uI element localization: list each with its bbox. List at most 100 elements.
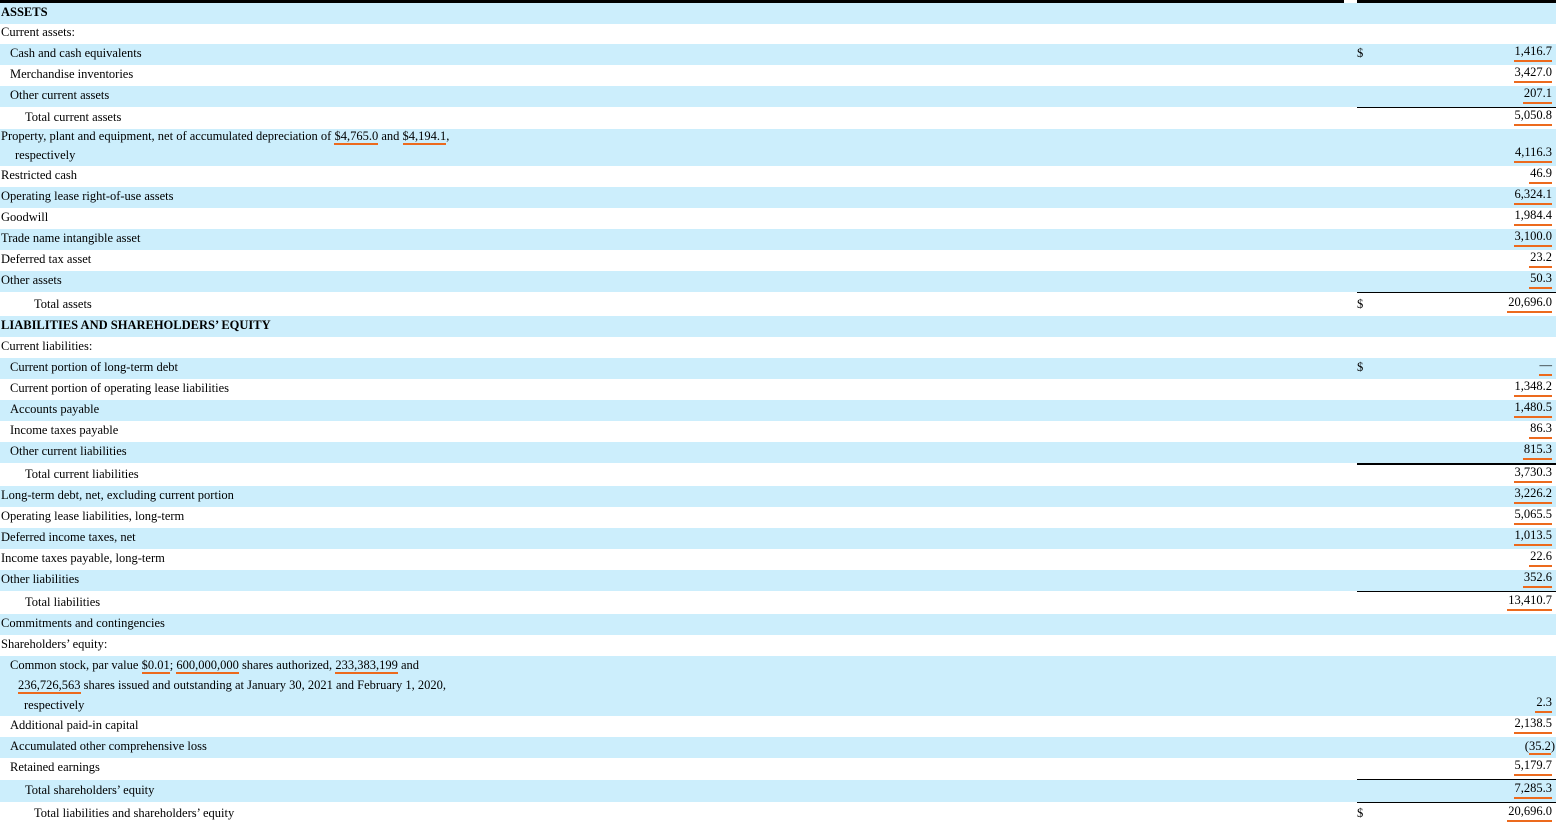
- row-total-current-liabilities: Total current liabilities 3,730.3: [0, 465, 1556, 486]
- row-amount: 2.3: [1535, 694, 1552, 713]
- row-label: Current portion of operating lease liabi…: [10, 381, 230, 395]
- row-amount: 22.6: [1529, 548, 1552, 567]
- dollar-sign: $: [1357, 806, 1364, 820]
- row-commitments-contingencies: Commitments and contingencies: [0, 614, 1556, 635]
- subheader-current-assets: Current assets:: [0, 24, 1556, 44]
- row-other-assets: Other assets 50.3: [0, 271, 1556, 292]
- row-total-liabilities: Total liabilities 13,410.7: [0, 592, 1556, 614]
- row-amount: 50.3: [1529, 270, 1552, 289]
- row-accumulated-oci-loss: Accumulated other comprehensive loss (35…: [0, 737, 1556, 758]
- row-amount-value: 35.2: [1528, 739, 1551, 755]
- row-amount: 3,226.2: [1513, 485, 1552, 504]
- row-amount: 1,348.2: [1513, 378, 1552, 397]
- row-label: Restricted cash: [1, 168, 78, 182]
- row-amount: 352.6: [1522, 569, 1552, 588]
- row-label-text: shares authorized,: [238, 658, 336, 672]
- row-deferred-income-taxes: Deferred income taxes, net 1,013.5: [0, 528, 1556, 549]
- row-retained-earnings: Retained earnings 5,179.7: [0, 758, 1556, 779]
- row-label-text: shares issued and outstanding at January…: [80, 678, 447, 692]
- row-label: Trade name intangible asset: [1, 231, 141, 245]
- dollar-sign: $: [1357, 46, 1364, 60]
- row-label: Other liabilities: [1, 572, 80, 586]
- row-label: Accumulated other comprehensive loss: [10, 739, 207, 753]
- row-amount: 1,480.5: [1513, 399, 1552, 418]
- row-goodwill: Goodwill 1,984.4: [0, 208, 1556, 229]
- row-operating-lease-rou-assets: Operating lease right-of-use assets 6,32…: [0, 187, 1556, 208]
- row-label: Current assets:: [1, 25, 75, 39]
- subheader-shareholders-equity: Shareholders’ equity:: [0, 635, 1556, 656]
- row-merchandise-inventories: Merchandise inventories 3,427.0: [0, 65, 1556, 86]
- row-label: Property, plant and equipment, net of ac…: [1, 127, 449, 165]
- row-label-text: ,: [446, 129, 450, 143]
- row-amount: 4,116.3: [1513, 144, 1552, 163]
- row-accounts-payable: Accounts payable 1,480.5: [0, 400, 1556, 421]
- row-label: Merchandise inventories: [10, 67, 134, 81]
- row-amount: 5,065.5: [1513, 506, 1552, 525]
- row-amount: —: [1538, 357, 1552, 376]
- row-amount: 3,427.0: [1513, 64, 1552, 83]
- row-label: Retained earnings: [10, 760, 100, 774]
- section-header-assets: ASSETS: [0, 3, 1556, 24]
- row-label: Deferred income taxes, net: [1, 530, 136, 544]
- row-amount: 815.3: [1522, 441, 1552, 460]
- row-label: Other current assets: [10, 88, 110, 102]
- row-amount: 2,138.5: [1513, 715, 1552, 734]
- row-label: Deferred tax asset: [1, 252, 92, 266]
- row-amount: 7,285.3: [1513, 780, 1552, 799]
- row-label: Total current assets: [25, 110, 122, 124]
- row-current-portion-operating-lease: Current portion of operating lease liabi…: [0, 379, 1556, 400]
- row-label: Total liabilities and shareholders’ equi…: [34, 806, 235, 820]
- row-restricted-cash: Restricted cash 46.9: [0, 166, 1556, 187]
- subheader-current-liabilities: Current liabilities:: [0, 337, 1556, 358]
- row-current-portion-ltd: Current portion of long-term debt $ —: [0, 358, 1556, 379]
- row-amount: 6,324.1: [1513, 186, 1552, 205]
- row-label: Common stock, par value $0.01; 600,000,0…: [10, 655, 446, 715]
- shares-issued-current: 233,383,199: [335, 658, 398, 674]
- row-label: Total current liabilities: [25, 467, 139, 481]
- row-income-taxes-payable: Income taxes payable 86.3: [0, 421, 1556, 442]
- row-amount: 3,100.0: [1513, 228, 1552, 247]
- depreciation-value-prior: $4,194.1: [402, 129, 447, 145]
- row-label: Other assets: [1, 273, 62, 287]
- row-label: Current portion of long-term debt: [10, 360, 179, 374]
- row-cash: Cash and cash equivalents $ 1,416.7: [0, 44, 1556, 65]
- row-amount: 13,410.7: [1507, 592, 1552, 611]
- row-label: Income taxes payable, long-term: [1, 551, 165, 565]
- row-label-text: Common stock, par value: [10, 658, 142, 672]
- row-amount: 3,730.3: [1513, 464, 1552, 483]
- balance-sheet: ASSETS Current assets: Cash and cash equ…: [0, 0, 1556, 829]
- row-amount: 86.3: [1529, 420, 1552, 439]
- dollar-sign: $: [1357, 297, 1364, 311]
- row-label: Income taxes payable: [10, 423, 119, 437]
- row-label: LIABILITIES AND SHAREHOLDERS’ EQUITY: [1, 318, 271, 332]
- row-label: Goodwill: [1, 210, 49, 224]
- row-label-text: and: [397, 658, 419, 672]
- dollar-sign: $: [1357, 360, 1364, 374]
- row-amount: 1,013.5: [1513, 527, 1552, 546]
- section-header-liabilities-equity: LIABILITIES AND SHAREHOLDERS’ EQUITY: [0, 316, 1556, 337]
- depreciation-value-current: $4,765.0: [334, 129, 379, 145]
- row-label: Total shareholders’ equity: [25, 783, 155, 797]
- row-property-plant-equipment: Property, plant and equipment, net of ac…: [0, 129, 1556, 166]
- row-label: Cash and cash equivalents: [10, 46, 142, 60]
- row-label-text: Property, plant and equipment, net of ac…: [1, 129, 335, 143]
- row-label-continuation: respectively: [15, 148, 76, 162]
- row-label: Other current liabilities: [10, 444, 127, 458]
- shares-issued-prior: 236,726,563: [18, 678, 81, 694]
- row-deferred-tax-asset: Deferred tax asset 23.2: [0, 250, 1556, 271]
- row-label: Long-term debt, net, excluding current p…: [1, 488, 234, 502]
- row-label: Current liabilities:: [1, 339, 93, 353]
- row-label: Accounts payable: [10, 402, 100, 416]
- row-income-taxes-payable-long-term: Income taxes payable, long-term 22.6: [0, 549, 1556, 570]
- row-amount: (35.2): [1525, 738, 1555, 755]
- close-paren: ): [1550, 739, 1555, 753]
- row-amount: 5,050.8: [1513, 107, 1552, 126]
- par-value: $0.01: [141, 658, 170, 674]
- row-total-shareholders-equity: Total shareholders’ equity 7,285.3: [0, 780, 1556, 802]
- row-label-continuation: respectively: [24, 698, 85, 712]
- row-label: ASSETS: [1, 5, 48, 19]
- row-amount: 23.2: [1529, 249, 1552, 268]
- shares-authorized: 600,000,000: [176, 658, 239, 674]
- row-label: Additional paid-in capital: [10, 718, 139, 732]
- row-label-continuation: 236,726,563 shares issued and outstandin…: [10, 675, 446, 695]
